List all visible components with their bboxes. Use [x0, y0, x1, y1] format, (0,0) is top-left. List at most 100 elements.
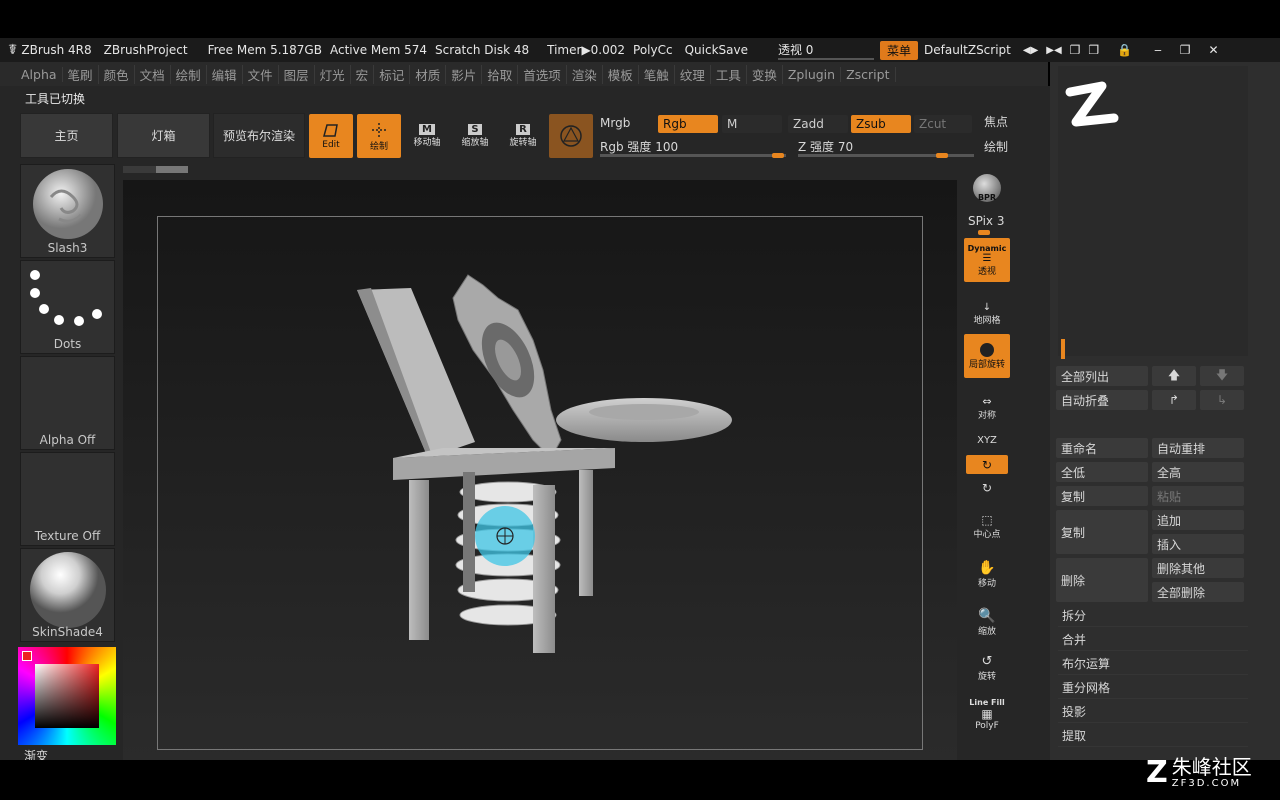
append-button[interactable]: 追加 — [1152, 510, 1244, 530]
menu-item-light[interactable]: 灯光 — [315, 64, 351, 84]
rgb-intensity-knob[interactable] — [772, 153, 784, 158]
scale-mode-button[interactable]: S 缩放轴 — [453, 114, 497, 158]
shrink-icon[interactable]: ◀▶ — [1023, 45, 1038, 56]
frame-center-button[interactable]: ⬚ 中心点 — [964, 504, 1010, 548]
local-rotate-button[interactable]: 局部旋转 — [964, 334, 1010, 378]
draw-mode-button[interactable]: 绘制 — [357, 114, 401, 158]
menu-item-render[interactable]: 渲染 — [567, 64, 603, 84]
menu-item-texture[interactable]: 纹理 — [675, 64, 711, 84]
texture-slot[interactable]: Texture Off — [20, 452, 115, 546]
merge-section[interactable]: 合并 — [1058, 629, 1248, 651]
m-button[interactable]: M — [722, 115, 782, 133]
menu-item-marker[interactable]: 标记 — [374, 64, 411, 84]
spix-label[interactable]: SPix 3 — [968, 214, 1004, 228]
z-intensity-knob[interactable] — [936, 153, 948, 158]
menu-item-material[interactable]: 材质 — [410, 64, 447, 84]
zsub-button[interactable]: Zsub — [851, 115, 911, 133]
lock-icon[interactable]: 🔒 — [1117, 43, 1132, 57]
menu-item-file[interactable]: 文件 — [243, 64, 279, 84]
move-up-button[interactable]: 🡅 — [1152, 366, 1196, 386]
bpr-button[interactable]: BPR — [964, 166, 1010, 210]
menu-item-brush[interactable]: 笔刷 — [63, 64, 99, 84]
color-square[interactable] — [35, 664, 99, 728]
floor-grid-button[interactable]: ↓ 地网格 — [964, 292, 1010, 336]
delete-other-button[interactable]: 删除其他 — [1152, 558, 1244, 578]
delete-all-button[interactable]: 全部删除 — [1152, 582, 1244, 602]
menu-item-macro[interactable]: 宏 — [351, 64, 375, 84]
canvas-scroll-indicator[interactable] — [123, 166, 188, 173]
menu-item-movie[interactable]: 影片 — [446, 64, 483, 84]
stroke-slot[interactable]: Dots — [20, 260, 115, 354]
alpha-slot[interactable]: Alpha Off — [20, 356, 115, 450]
draw-size-label[interactable]: 绘制 — [984, 138, 1012, 155]
minimize-icon[interactable]: ‒ — [1154, 43, 1162, 57]
paste-button[interactable]: 粘贴 — [1152, 486, 1244, 506]
main-color-swatch[interactable] — [22, 651, 32, 661]
auto-reorder-button[interactable]: 自动重排 — [1152, 438, 1244, 458]
symmetry-button[interactable]: ⇔ 对称 — [964, 386, 1010, 430]
project-section[interactable]: 投影 — [1058, 701, 1248, 723]
xyz-rotate-button[interactable]: XYZ — [964, 428, 1010, 452]
all-high-button[interactable]: 全高 — [1152, 462, 1244, 482]
color-picker[interactable] — [18, 647, 116, 745]
rgb-intensity-slider[interactable] — [600, 154, 786, 157]
split-section[interactable]: 拆分 — [1058, 605, 1248, 627]
rgb-button[interactable]: Rgb — [658, 115, 718, 133]
arrow-redirect-button[interactable]: ↱ — [1152, 390, 1196, 410]
all-low-button[interactable]: 全低 — [1056, 462, 1148, 482]
menu-item-transform[interactable]: 变换 — [747, 64, 783, 84]
menu-item-color[interactable]: 颜色 — [99, 64, 135, 84]
z-rotate-button[interactable]: ↻ — [966, 478, 1008, 497]
default-zscript-button[interactable]: DefaultZScript — [924, 43, 1011, 57]
delete-button[interactable]: 删除 — [1056, 558, 1148, 602]
material-slot[interactable]: SkinShade4 — [20, 548, 115, 642]
insert-button[interactable]: 插入 — [1152, 534, 1244, 554]
rotate-mode-button[interactable]: R 旋转轴 — [501, 114, 545, 158]
menu-item-picker[interactable]: 拾取 — [482, 64, 519, 84]
polyframe-button[interactable]: Line Fill ▦ PolyF — [964, 692, 1010, 736]
subtool-list[interactable] — [1058, 66, 1248, 359]
auto-collapse-button[interactable]: 自动折叠 — [1056, 390, 1148, 410]
subtool-thumbnail-icon[interactable] — [1062, 78, 1132, 138]
perspective-toggle[interactable]: Dynamic ☰ 透视 — [964, 238, 1010, 282]
menu-item-preferences[interactable]: 首选项 — [518, 64, 567, 84]
layout-icon[interactable]: ❐ — [1070, 43, 1081, 57]
duplicate-button[interactable]: 复制 — [1056, 510, 1148, 554]
menu-item-draw[interactable]: 绘制 — [171, 64, 207, 84]
quicksave-button[interactable]: QuickSave — [685, 43, 748, 57]
menu-item-stencil[interactable]: 模板 — [603, 64, 639, 84]
move-mode-button[interactable]: M 移动轴 — [405, 114, 449, 158]
home-button[interactable]: 主页 — [20, 113, 113, 158]
zadd-button[interactable]: Zadd — [788, 115, 848, 133]
spix-slider[interactable] — [978, 230, 990, 235]
menu-item-layer[interactable]: 图层 — [279, 64, 315, 84]
rotate-view-button[interactable]: ↺ 旋转 — [964, 646, 1010, 690]
maximize-icon[interactable]: ❐ — [1180, 43, 1191, 57]
boolean-section[interactable]: 布尔运算 — [1058, 653, 1248, 675]
menu-item-zscript[interactable]: Zscript — [841, 66, 896, 82]
menu-item-tool[interactable]: 工具 — [711, 64, 747, 84]
project-name[interactable]: ZBrushProject — [104, 43, 188, 57]
y-rotate-button[interactable]: ↻ — [966, 455, 1008, 474]
perspective-slider[interactable]: 透视 0 — [777, 41, 874, 60]
focal-shift-label[interactable]: 焦点 — [984, 113, 1012, 130]
menu-button[interactable]: 菜单 — [879, 40, 918, 60]
menu-item-stroke[interactable]: 笔触 — [639, 64, 675, 84]
document-canvas[interactable] — [123, 180, 957, 760]
remesh-section[interactable]: 重分网格 — [1058, 677, 1248, 699]
extract-section[interactable]: 提取 — [1058, 725, 1248, 747]
move-view-button[interactable]: ✋ 移动 — [964, 552, 1010, 596]
menu-item-alpha[interactable]: Alpha — [16, 66, 63, 82]
brush-slot[interactable]: Slash3 — [20, 164, 115, 258]
preview-boolean-button[interactable]: 预览布尔渲染 — [213, 113, 305, 158]
menu-item-zplugin[interactable]: Zplugin — [783, 66, 842, 82]
gizmo-button[interactable] — [549, 114, 593, 158]
copy-button[interactable]: 复制 — [1056, 486, 1148, 506]
window-icon[interactable]: ❐ — [1088, 43, 1099, 57]
close-icon[interactable]: ✕ — [1209, 43, 1219, 57]
mrgb-button[interactable]: Mrgb — [600, 116, 630, 130]
list-all-button[interactable]: 全部列出 — [1056, 366, 1148, 386]
menu-item-edit[interactable]: 编辑 — [207, 64, 243, 84]
subtool-scrollbar[interactable] — [1061, 339, 1065, 359]
arrow-down-right-button[interactable]: ↳ — [1200, 390, 1244, 410]
